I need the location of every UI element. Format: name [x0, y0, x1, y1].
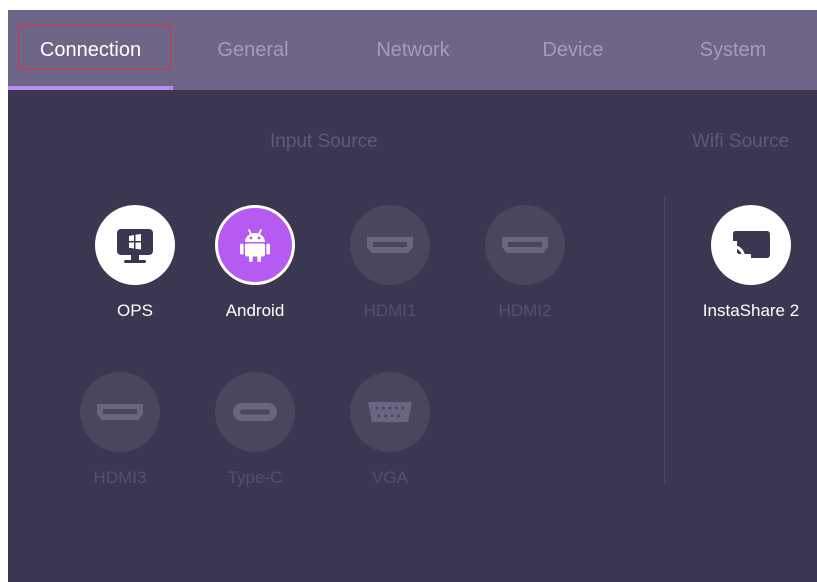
source-android[interactable]: Android	[195, 205, 315, 321]
tab-device[interactable]: Device	[493, 10, 653, 90]
source-label: Type-C	[227, 468, 283, 487]
vga-port-icon	[350, 372, 430, 452]
hdmi-port-icon	[350, 205, 430, 285]
source-label: VGA	[372, 468, 408, 487]
focus-highlight	[18, 25, 171, 70]
android-icon	[215, 205, 295, 285]
hdmi-port-icon	[485, 205, 565, 285]
source-label: Android	[225, 301, 285, 320]
tab-system[interactable]: System	[653, 10, 813, 90]
source-type-c[interactable]: Type-C	[195, 372, 315, 488]
section-divider	[664, 195, 665, 485]
source-label: HDMI3	[93, 468, 147, 487]
source-hdmi3[interactable]: HDMI3	[60, 372, 180, 488]
cast-icon	[711, 205, 791, 285]
source-ops[interactable]: OPS	[75, 205, 195, 321]
source-label: InstaShare 2	[702, 301, 800, 320]
hdmi-port-icon	[80, 372, 160, 452]
input-source-title: Input Source	[270, 131, 378, 152]
source-instashare[interactable]: InstaShare 2	[691, 205, 811, 321]
tab-network[interactable]: Network	[333, 10, 493, 90]
source-vga[interactable]: VGA	[330, 372, 450, 488]
active-tab-indicator	[8, 86, 173, 90]
settings-screen: Connection General Network Device System…	[8, 10, 817, 582]
source-label: OPS	[117, 301, 153, 320]
source-label: HDMI1	[363, 301, 417, 320]
source-label: HDMI2	[498, 301, 552, 320]
tab-general[interactable]: General	[173, 10, 333, 90]
ops-monitor-icon	[95, 205, 175, 285]
tab-bar: Connection General Network Device System	[8, 10, 817, 90]
wifi-source-title: Wifi Source	[692, 131, 790, 152]
source-hdmi2[interactable]: HDMI2	[465, 205, 585, 321]
usb-c-port-icon	[215, 372, 295, 452]
source-hdmi1[interactable]: HDMI1	[330, 205, 450, 321]
